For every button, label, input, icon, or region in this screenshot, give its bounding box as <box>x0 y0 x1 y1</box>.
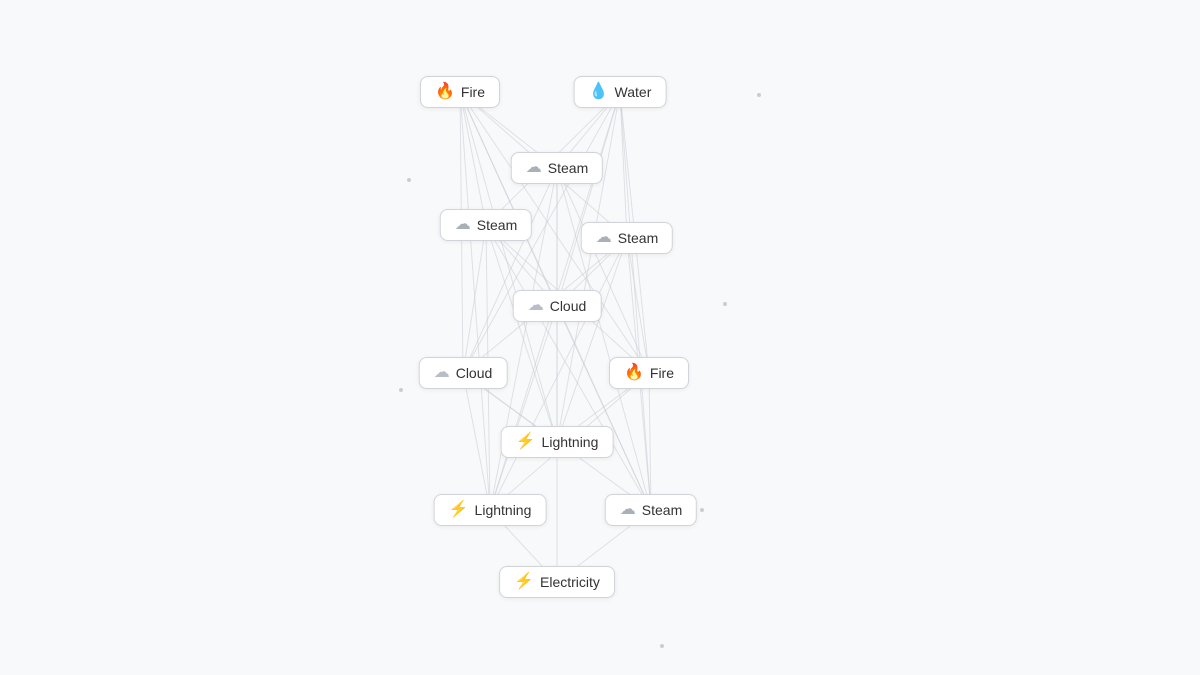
node-icon-cloud2: ☁ <box>434 365 450 381</box>
graph-canvas: 🔥 Fire 💧 Water ☁ Steam ☁ Steam ☁ Steam ☁ Cloud ☁ Clou… <box>0 0 1200 675</box>
node-icon-cloud1: ☁ <box>528 298 544 314</box>
node-icon-lightning1: ⚡ <box>516 434 536 450</box>
node-label-fire1: Fire <box>461 84 485 100</box>
node-cloud2[interactable]: ☁ Cloud <box>419 357 508 389</box>
node-icon-water1: 💧 <box>589 84 609 100</box>
node-icon-steam4: ☁ <box>620 502 636 518</box>
node-icon-fire1: 🔥 <box>435 84 455 100</box>
decorative-dot-2 <box>723 302 727 306</box>
node-label-steam2: Steam <box>477 217 517 233</box>
node-steam1[interactable]: ☁ Steam <box>511 152 603 184</box>
node-steam2[interactable]: ☁ Steam <box>440 209 532 241</box>
node-label-steam4: Steam <box>642 502 682 518</box>
decorative-dot-1 <box>407 178 411 182</box>
node-label-cloud2: Cloud <box>456 365 493 381</box>
node-icon-fire2: 🔥 <box>624 365 644 381</box>
node-lightning1[interactable]: ⚡ Lightning <box>501 426 614 458</box>
node-icon-steam3: ☁ <box>596 230 612 246</box>
node-label-steam1: Steam <box>548 160 588 176</box>
decorative-dot-0 <box>757 93 761 97</box>
node-label-fire2: Fire <box>650 365 674 381</box>
node-label-lightning2: Lightning <box>475 502 532 518</box>
node-label-electricity1: Electricity <box>540 574 600 590</box>
decorative-dot-4 <box>399 388 403 392</box>
node-icon-lightning2: ⚡ <box>449 502 469 518</box>
node-steam3[interactable]: ☁ Steam <box>581 222 673 254</box>
node-cloud1[interactable]: ☁ Cloud <box>513 290 602 322</box>
node-label-cloud1: Cloud <box>550 298 587 314</box>
node-label-lightning1: Lightning <box>542 434 599 450</box>
node-icon-steam2: ☁ <box>455 217 471 233</box>
node-water1[interactable]: 💧 Water <box>574 76 667 108</box>
node-label-water1: Water <box>615 84 652 100</box>
node-icon-electricity1: ⚡ <box>514 574 534 590</box>
node-fire2[interactable]: 🔥 Fire <box>609 357 689 389</box>
decorative-dot-5 <box>660 644 664 648</box>
node-fire1[interactable]: 🔥 Fire <box>420 76 500 108</box>
node-lightning2[interactable]: ⚡ Lightning <box>434 494 547 526</box>
node-label-steam3: Steam <box>618 230 658 246</box>
node-steam4[interactable]: ☁ Steam <box>605 494 697 526</box>
node-icon-steam1: ☁ <box>526 160 542 176</box>
node-electricity1[interactable]: ⚡ Electricity <box>499 566 615 598</box>
decorative-dot-3 <box>700 508 704 512</box>
